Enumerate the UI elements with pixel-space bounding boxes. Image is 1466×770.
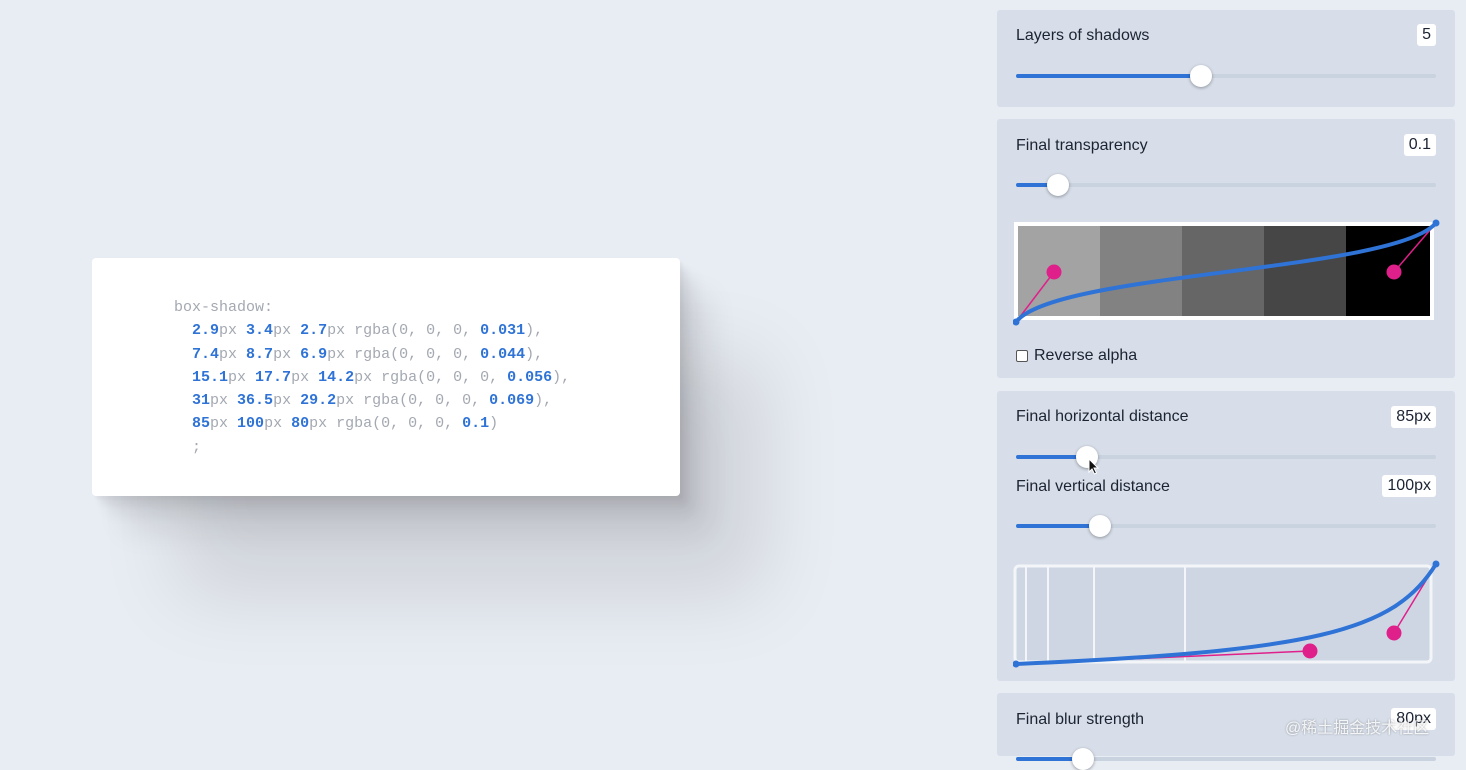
horizontal-slider[interactable] [1016,446,1436,468]
layers-value[interactable]: 5 [1417,24,1436,46]
code-value: 14.2 [318,368,355,386]
offset-control-handle-start[interactable] [1302,643,1318,659]
code-unit-text: px [273,392,301,410]
code-line: 2.9px 3.4px 2.7px rgba(0, 0, 0, 0.031), [174,322,543,339]
code-line-end: ), [552,368,571,386]
transparency-slider-thumb[interactable] [1047,174,1069,196]
code-unit-text: px [273,322,301,340]
code-unit-text: px [210,415,238,433]
layers-label: Layers of shadows [1016,27,1150,44]
code-unit-text [174,415,192,432]
watermark: @稀土掘金技术社区 [1285,720,1430,737]
mouse-cursor-icon [1088,458,1100,475]
offset-panel: Final horizontal distance 85px Final ver… [997,391,1455,681]
alpha-curve-end-point[interactable] [1432,219,1440,227]
reverse-alpha-checkbox[interactable]: Reverse alpha [1016,347,1137,365]
code-value: 0.031 [480,322,526,340]
transparency-slider[interactable] [1016,174,1436,196]
code-unit-text: px [273,345,301,363]
transparency-value[interactable]: 0.1 [1403,134,1436,156]
code-unit-text: px [219,345,247,363]
code-close: ; [192,438,202,456]
code-unit-text [174,392,192,409]
code-value: 0.069 [489,392,535,410]
code-unit-text: px [210,392,238,410]
vertical-slider-thumb[interactable] [1089,515,1111,537]
code-unit-text: px rgba(0, 0, 0, [354,368,508,386]
code-value: 17.7 [255,368,292,386]
layers-panel: Layers of shadows 5 [997,10,1455,107]
css-code-output: box-shadow: 2.9px 3.4px 2.7px rgba(0, 0,… [174,296,570,459]
reverse-alpha-label: Reverse alpha [1034,347,1138,364]
code-line: 7.4px 8.7px 6.9px rgba(0, 0, 0, 0.044), [174,346,543,363]
code-unit-text: px rgba(0, 0, 0, [327,322,481,340]
alpha-control-handle-start[interactable] [1046,264,1062,280]
code-value: 0.1 [462,415,490,433]
code-value: 80 [291,415,310,433]
code-unit-text: px [291,368,319,386]
code-unit-text: px [264,415,292,433]
code-value: 2.7 [300,322,328,340]
vertical-slider[interactable] [1016,515,1436,537]
alpha-curve-editor[interactable] [1013,217,1443,327]
code-line-end: ), [525,345,544,363]
code-line: 15.1px 17.7px 14.2px rgba(0, 0, 0, 0.056… [174,369,570,386]
layers-slider-thumb[interactable] [1189,65,1212,87]
alpha-swatch [1264,226,1346,316]
horizontal-value[interactable]: 85px [1391,406,1436,428]
vertical-label: Final vertical distance [1016,478,1170,495]
code-value: 36.5 [237,392,274,410]
code-line: 31px 36.5px 29.2px rgba(0, 0, 0, 0.069), [174,392,552,409]
checkbox-box[interactable] [1016,350,1028,362]
blur-slider-thumb[interactable] [1072,748,1095,770]
code-unit-text [174,322,192,339]
code-value: 0.044 [480,345,526,363]
code-unit-text [174,369,192,386]
code-value: 2.9 [192,322,220,340]
alpha-swatch [1100,226,1182,316]
vertical-value[interactable]: 100px [1382,475,1436,497]
code-property: box-shadow: [174,299,274,316]
code-value: 100 [237,415,265,433]
code-value: 8.7 [246,345,274,363]
code-unit-text: px [228,368,256,386]
offset-curve-editor[interactable] [1013,558,1443,670]
shadow-preview-card: box-shadow: 2.9px 3.4px 2.7px rgba(0, 0,… [92,258,680,496]
code-value: 29.2 [300,392,337,410]
code-line: 85px 100px 80px rgba(0, 0, 0, 0.1) [174,415,498,432]
layers-slider[interactable] [1016,65,1436,87]
code-line-end: ), [525,322,544,340]
code-value: 6.9 [300,345,328,363]
code-unit-text: px rgba(0, 0, 0, [309,415,463,433]
layers-slider-fill [1016,74,1201,78]
offset-curve-end-point[interactable] [1432,560,1440,568]
offset-control-handle-end[interactable] [1386,625,1402,641]
horizontal-label: Final horizontal distance [1016,408,1189,425]
code-value: 15.1 [192,368,229,386]
code-unit-text [174,346,192,363]
transparency-label: Final transparency [1016,137,1148,154]
blur-label: Final blur strength [1016,711,1145,728]
code-line-end: ) [489,415,499,433]
code-unit-text: px [219,322,247,340]
code-line-end: ), [534,392,553,410]
blur-slider[interactable] [1016,748,1436,770]
code-value: 0.056 [507,368,553,386]
code-value: 7.4 [192,345,220,363]
offset-curve-frame [1013,564,1433,664]
vertical-slider-fill [1016,524,1100,528]
alpha-control-handle-end[interactable] [1386,264,1402,280]
code-value: 85 [192,415,211,433]
code-value: 31 [192,392,211,410]
code-unit-text: px rgba(0, 0, 0, [327,345,481,363]
code-value: 3.4 [246,322,274,340]
transparency-panel: Final transparency 0.1 Reverse alpha [997,119,1455,378]
code-unit-text: px rgba(0, 0, 0, [336,392,490,410]
